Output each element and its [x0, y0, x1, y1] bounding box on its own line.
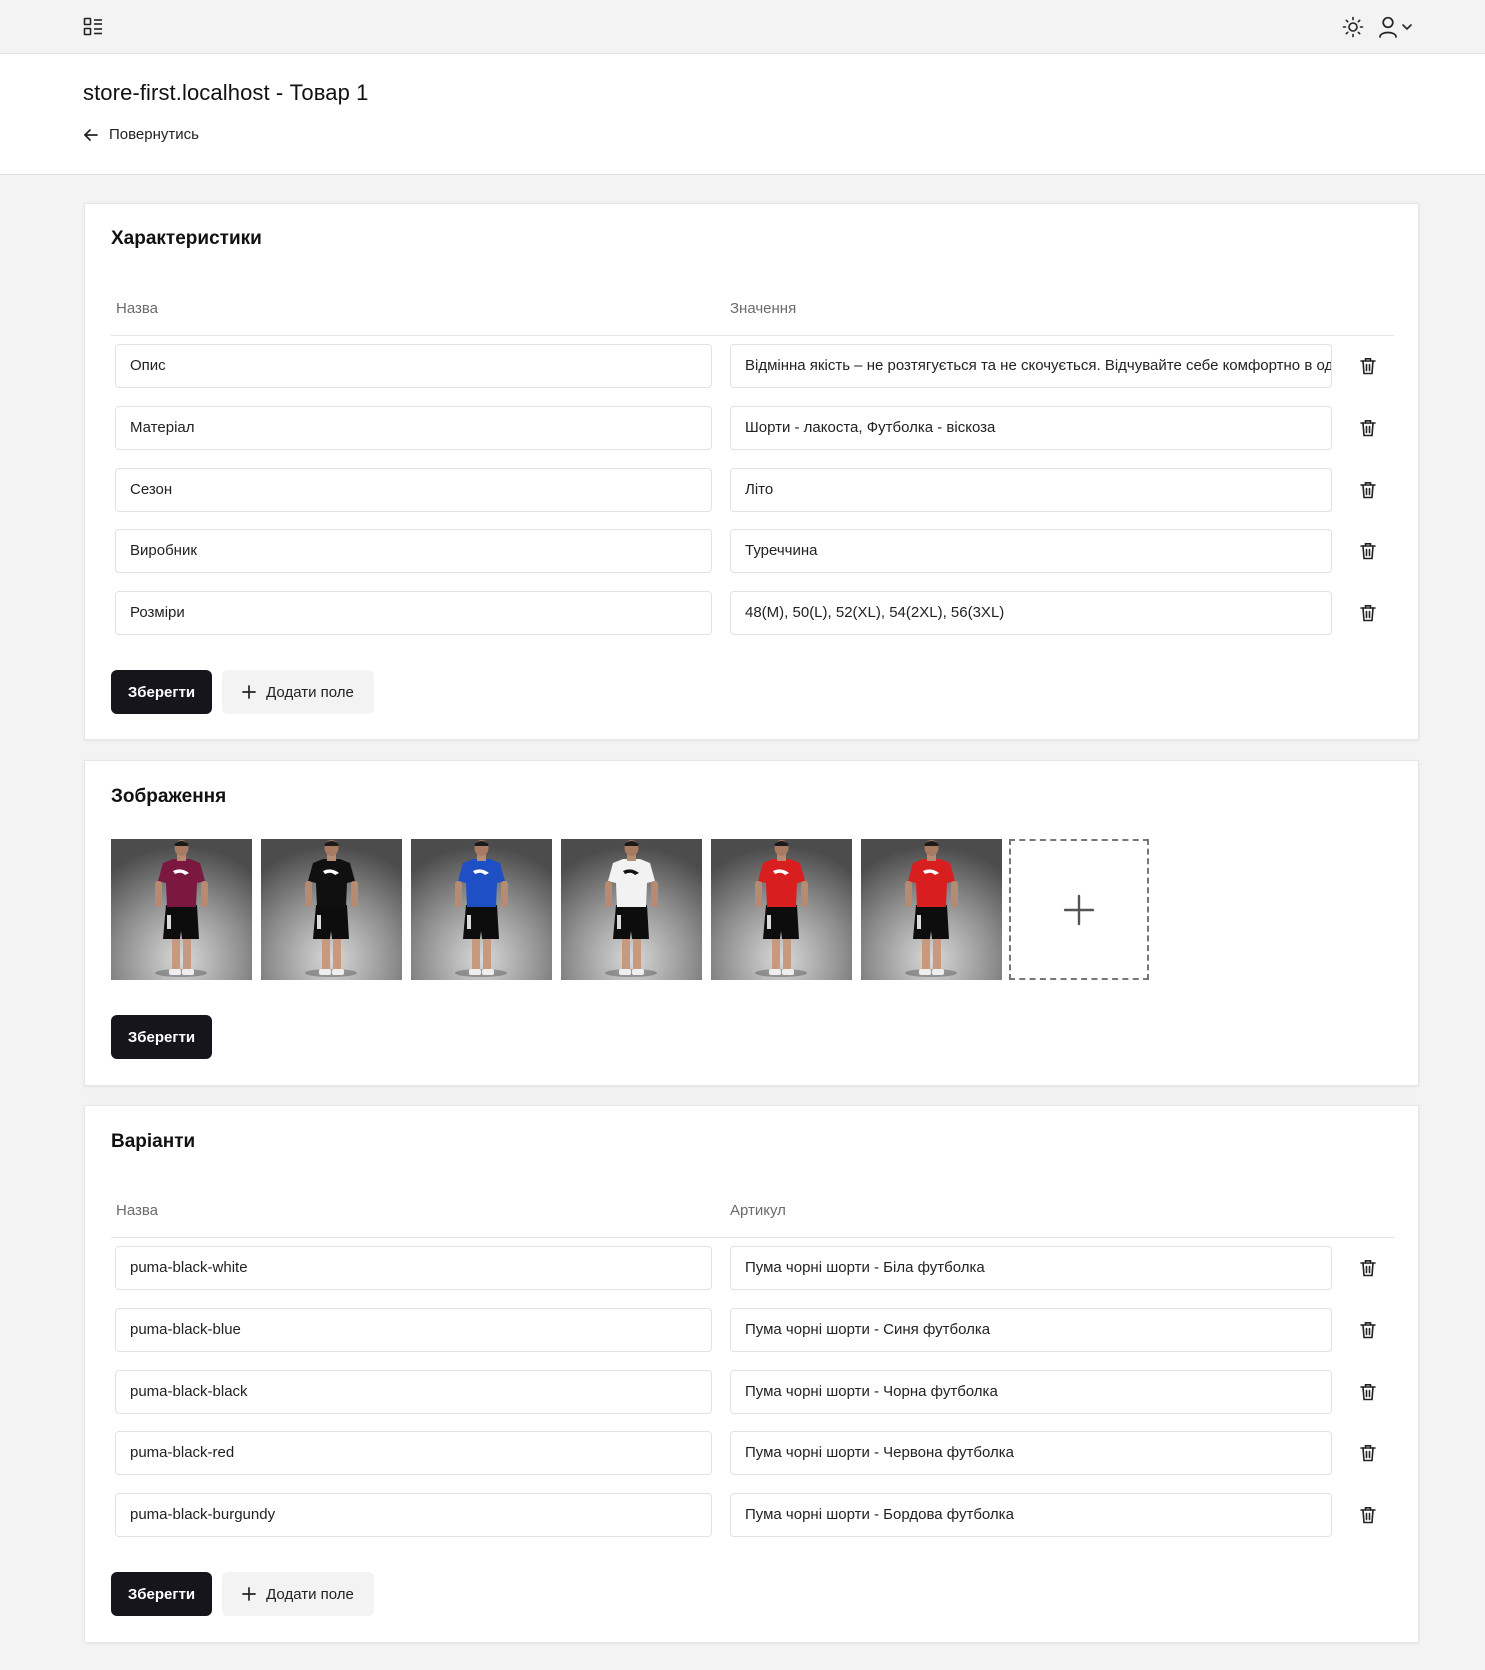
- characteristic-value-field[interactable]: Відмінна якість – не розтягується та не …: [730, 344, 1332, 388]
- trash-icon: [1360, 1507, 1376, 1524]
- add-characteristic-button[interactable]: Додати поле: [222, 670, 374, 714]
- save-characteristics-button[interactable]: Зберегти: [111, 670, 212, 714]
- back-link-label: Повернутись: [109, 126, 199, 143]
- delete-row-button[interactable]: [1357, 1504, 1379, 1526]
- trash-icon: [1360, 1260, 1376, 1277]
- characteristics-card: Характеристики Назва Значення Опис Відмі…: [84, 203, 1419, 740]
- delete-row-button[interactable]: [1357, 1319, 1379, 1341]
- plus-icon: [1063, 894, 1095, 925]
- trash-icon: [1360, 1384, 1376, 1401]
- characteristic-value-field[interactable]: Літо: [730, 468, 1332, 512]
- delete-row-button[interactable]: [1357, 540, 1379, 562]
- header-divider: [111, 335, 1394, 336]
- black-tshirt-photo[interactable]: [261, 839, 402, 980]
- variant-sku-field[interactable]: Пума чорні шорти - Біла футболка: [730, 1246, 1332, 1290]
- variant-name-field[interactable]: puma-black-white: [115, 1246, 712, 1290]
- dashboard-menu-icon: [83, 17, 102, 36]
- user-menu-button[interactable]: [1378, 14, 1418, 40]
- add-image-button[interactable]: [1009, 839, 1149, 980]
- variant-name-field[interactable]: puma-black-red: [115, 1431, 712, 1475]
- add-field-label: Додати поле: [266, 1585, 354, 1603]
- burgundy-tshirt-photo[interactable]: [111, 839, 252, 980]
- variant-sku-field[interactable]: Пума чорні шорти - Чорна футболка: [730, 1370, 1332, 1414]
- column-header-sku: Артикул: [730, 1202, 786, 1219]
- column-header-name: Назва: [116, 300, 159, 317]
- delete-row-button[interactable]: [1357, 1442, 1379, 1464]
- variant-name-field[interactable]: puma-black-burgundy: [115, 1493, 712, 1537]
- arrow-left-icon: [84, 128, 98, 141]
- product-photo: [561, 839, 702, 980]
- theme-toggle-button[interactable]: [1340, 14, 1366, 40]
- product-photo: [411, 839, 552, 980]
- characteristic-name-field[interactable]: Сезон: [115, 468, 712, 512]
- plus-icon: [242, 685, 256, 699]
- product-photo: [861, 839, 1002, 980]
- characteristic-name-field[interactable]: Розміри: [115, 591, 712, 635]
- delete-row-button[interactable]: [1357, 479, 1379, 501]
- column-header-value: Значення: [730, 300, 797, 317]
- header-divider: [111, 1237, 1394, 1238]
- page-title: store-first.localhost - Товар 1: [83, 80, 369, 105]
- characteristic-name-field[interactable]: Матеріал: [115, 406, 712, 450]
- characteristic-value-field[interactable]: 48(M), 50(L), 52(XL), 54(2XL), 56(3XL): [730, 591, 1332, 635]
- delete-row-button[interactable]: [1357, 602, 1379, 624]
- trash-icon: [1360, 1322, 1376, 1339]
- variants-card: Варіанти Назва Артикул puma-black-white …: [84, 1105, 1419, 1643]
- delete-row-button[interactable]: [1357, 355, 1379, 377]
- product-photo: [111, 839, 252, 980]
- save-variants-button[interactable]: Зберегти: [111, 1572, 212, 1616]
- variant-sku-field[interactable]: Пума чорні шорти - Синя футболка: [730, 1308, 1332, 1352]
- save-images-button[interactable]: Зберегти: [111, 1015, 212, 1059]
- delete-row-button[interactable]: [1357, 417, 1379, 439]
- blue-tshirt-photo[interactable]: [411, 839, 552, 980]
- chevron-down-icon: [1402, 24, 1412, 31]
- back-link[interactable]: Повернутись: [83, 126, 199, 143]
- variants-title: Варіанти: [111, 1131, 196, 1152]
- characteristic-name-field[interactable]: Опис: [115, 344, 712, 388]
- red-tshirt-photo-2[interactable]: [861, 839, 1002, 980]
- trash-icon: [1360, 1445, 1376, 1462]
- characteristic-value-field[interactable]: Туреччина: [730, 529, 1332, 573]
- white-tshirt-photo[interactable]: [561, 839, 702, 980]
- images-card: Зображення Зберегти: [84, 760, 1419, 1086]
- delete-row-button[interactable]: [1357, 1257, 1379, 1279]
- variant-name-field[interactable]: puma-black-blue: [115, 1308, 712, 1352]
- sun-icon: [1342, 16, 1364, 38]
- delete-row-button[interactable]: [1357, 1381, 1379, 1403]
- add-variant-button[interactable]: Додати поле: [222, 1572, 374, 1616]
- user-icon: [1379, 16, 1397, 38]
- trash-icon: [1360, 420, 1376, 437]
- variant-name-field[interactable]: puma-black-black: [115, 1370, 712, 1414]
- plus-icon: [242, 1587, 256, 1601]
- product-photo: [261, 839, 402, 980]
- trash-icon: [1360, 605, 1376, 622]
- add-field-label: Додати поле: [266, 683, 354, 701]
- trash-icon: [1360, 358, 1376, 375]
- trash-icon: [1360, 482, 1376, 499]
- top-navbar: [0, 0, 1485, 54]
- variant-sku-field[interactable]: Пума чорні шорти - Бордова футболка: [730, 1493, 1332, 1537]
- red-tshirt-photo-1[interactable]: [711, 839, 852, 980]
- variant-sku-field[interactable]: Пума чорні шорти - Червона футболка: [730, 1431, 1332, 1475]
- page-header: store-first.localhost - Товар 1 Повернут…: [0, 54, 1485, 175]
- characteristic-value-field[interactable]: Шорти - лакоста, Футболка - віскоза: [730, 406, 1332, 450]
- menu-button[interactable]: [80, 15, 106, 39]
- trash-icon: [1360, 543, 1376, 560]
- column-header-name: Назва: [116, 1202, 159, 1219]
- images-title: Зображення: [111, 786, 227, 807]
- product-photo: [711, 839, 852, 980]
- characteristics-title: Характеристики: [111, 228, 262, 249]
- characteristic-name-field[interactable]: Виробник: [115, 529, 712, 573]
